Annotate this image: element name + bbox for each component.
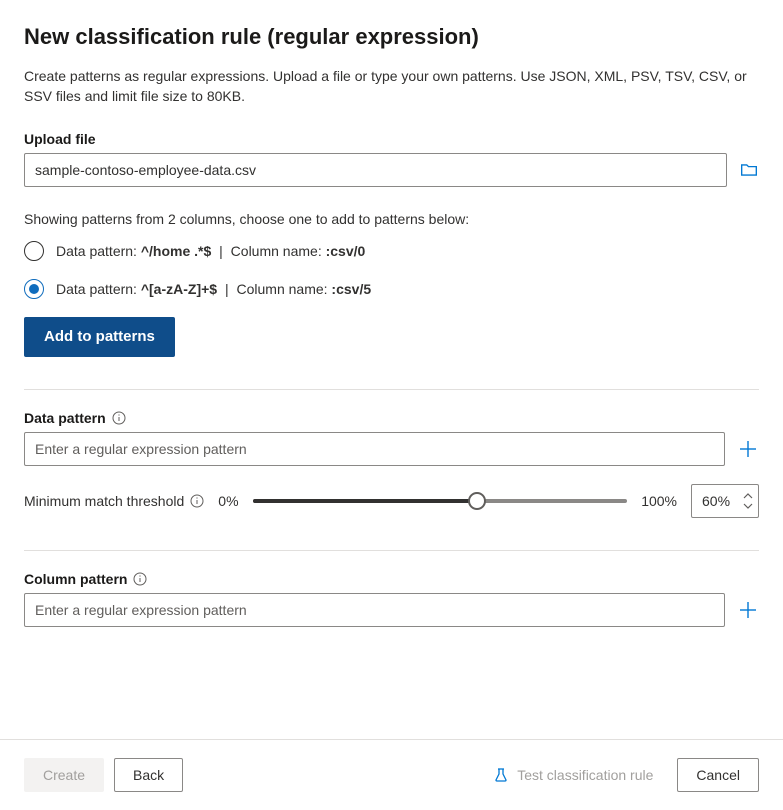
create-button: Create — [24, 758, 104, 792]
add-to-patterns-button[interactable]: Add to patterns — [24, 317, 175, 357]
data-pattern-label-text: Data pattern — [24, 410, 106, 426]
threshold-value: 60% — [702, 493, 730, 509]
radio-col-prefix: Column name: — [236, 281, 331, 297]
upload-file-label: Upload file — [24, 131, 759, 147]
test-link-text: Test classification rule — [517, 767, 653, 783]
page-title: New classification rule (regular express… — [24, 24, 759, 50]
section-divider — [24, 550, 759, 551]
add-data-pattern-button[interactable] — [737, 438, 759, 460]
spinner-up-icon[interactable] — [742, 491, 754, 501]
radio-dot-icon — [29, 284, 39, 294]
beaker-icon — [493, 767, 509, 783]
info-icon[interactable] — [133, 572, 147, 586]
pattern-radio-group: Data pattern: ^/home .*$ | Column name: … — [24, 241, 759, 299]
threshold-label: Minimum match threshold — [24, 493, 204, 509]
browse-folder-icon[interactable] — [739, 160, 759, 180]
upload-file-input[interactable] — [24, 153, 727, 187]
radio-circle-icon — [24, 279, 44, 299]
section-divider — [24, 389, 759, 390]
column-pattern-label: Column pattern — [24, 571, 759, 587]
pattern-radio-option-0[interactable]: Data pattern: ^/home .*$ | Column name: … — [24, 241, 759, 261]
threshold-min-label: 0% — [218, 493, 238, 509]
radio-pattern: ^[a-zA-Z]+$ — [141, 281, 217, 297]
info-icon[interactable] — [112, 411, 126, 425]
slider-thumb-icon[interactable] — [468, 492, 486, 510]
radio-label: Data pattern: ^/home .*$ | Column name: … — [56, 243, 365, 259]
radio-sep: | — [217, 281, 236, 297]
threshold-max-label: 100% — [641, 493, 677, 509]
radio-col-name: :csv/5 — [331, 281, 371, 297]
threshold-slider[interactable] — [253, 491, 628, 511]
test-classification-rule-link: Test classification rule — [493, 767, 653, 783]
radio-circle-icon — [24, 241, 44, 261]
threshold-spinner[interactable]: 60% — [691, 484, 759, 518]
cancel-button[interactable]: Cancel — [677, 758, 759, 792]
patterns-hint: Showing patterns from 2 columns, choose … — [24, 211, 759, 227]
data-pattern-input[interactable] — [24, 432, 725, 466]
radio-sep: | — [211, 243, 230, 259]
radio-col-name: :csv/0 — [326, 243, 366, 259]
column-pattern-label-text: Column pattern — [24, 571, 127, 587]
data-pattern-label: Data pattern — [24, 410, 759, 426]
info-icon[interactable] — [190, 494, 204, 508]
back-button[interactable]: Back — [114, 758, 183, 792]
page-description: Create patterns as regular expressions. … — [24, 66, 759, 107]
radio-prefix: Data pattern: — [56, 243, 141, 259]
radio-col-prefix: Column name: — [231, 243, 326, 259]
threshold-label-text: Minimum match threshold — [24, 493, 184, 509]
pattern-radio-option-1[interactable]: Data pattern: ^[a-zA-Z]+$ | Column name:… — [24, 279, 759, 299]
upload-file-label-text: Upload file — [24, 131, 96, 147]
footer: Create Back Test classification rule Can… — [0, 739, 783, 810]
radio-label: Data pattern: ^[a-zA-Z]+$ | Column name:… — [56, 281, 371, 297]
radio-pattern: ^/home .*$ — [141, 243, 211, 259]
column-pattern-input[interactable] — [24, 593, 725, 627]
spinner-down-icon[interactable] — [742, 501, 754, 511]
add-column-pattern-button[interactable] — [737, 599, 759, 621]
radio-prefix: Data pattern: — [56, 281, 141, 297]
